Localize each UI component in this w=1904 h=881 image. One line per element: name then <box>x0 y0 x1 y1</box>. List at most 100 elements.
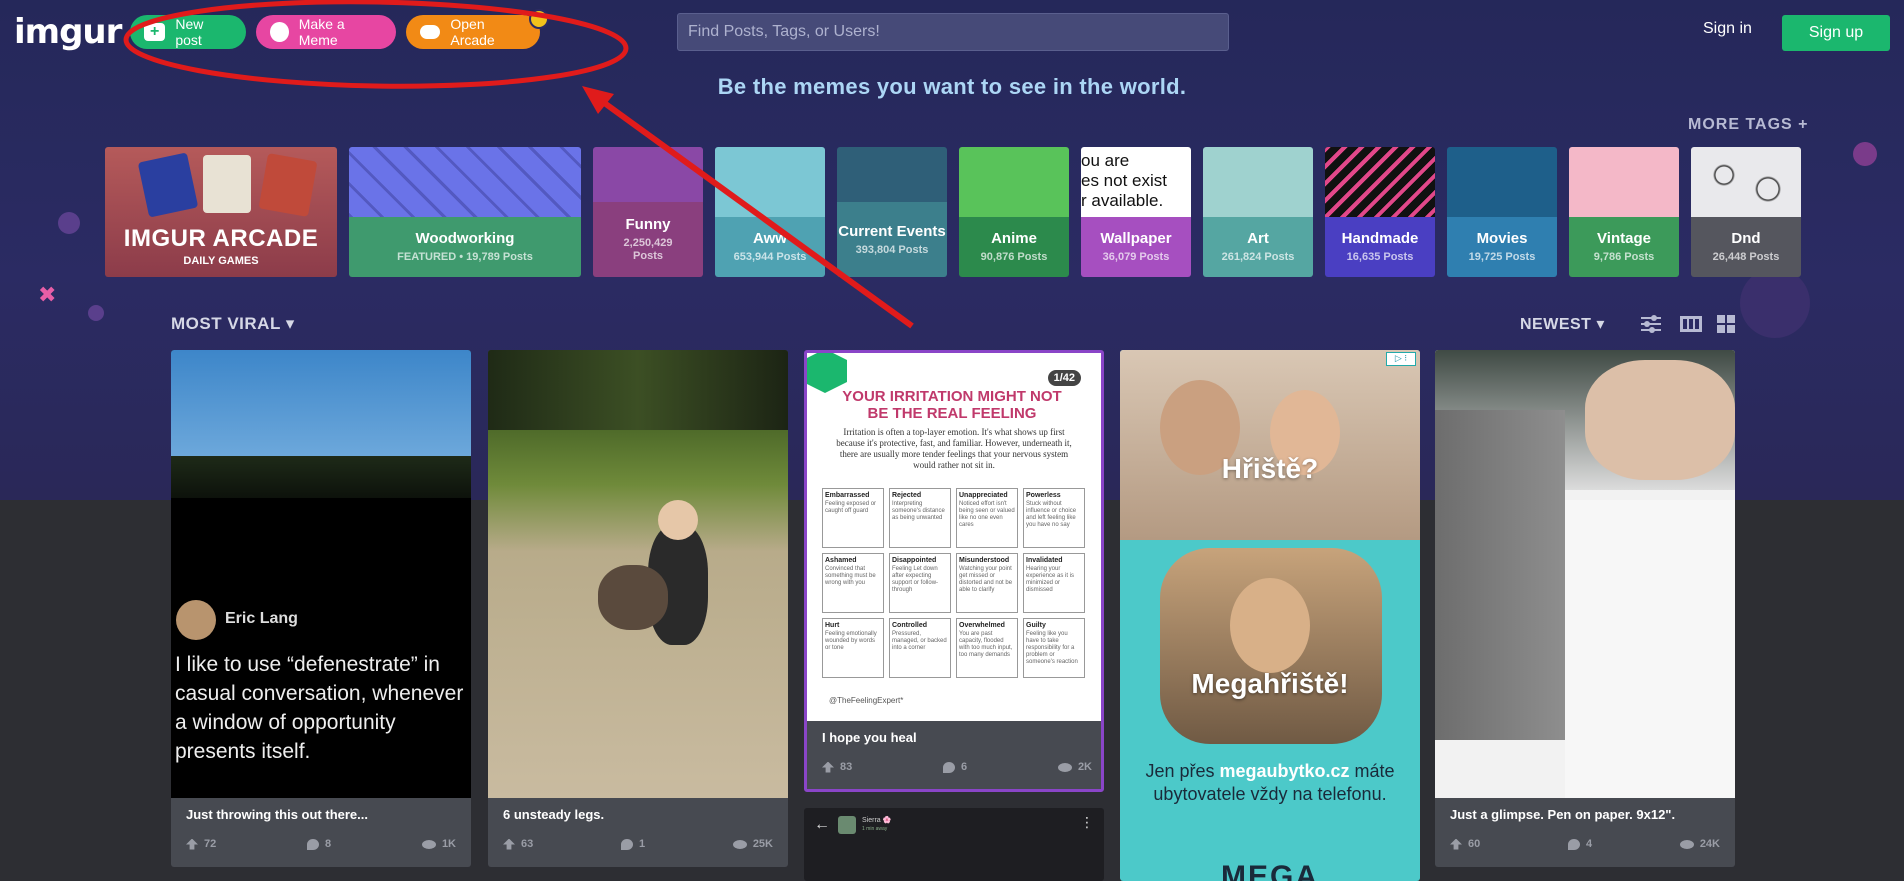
eye-icon <box>732 839 747 849</box>
wallpaper-art: ou are es not exist r available. <box>1081 147 1191 217</box>
ad-link[interactable]: megaubytko.cz <box>1219 761 1349 781</box>
feeling-cell-heading: Ashamed <box>825 557 857 564</box>
comment-icon <box>943 761 956 773</box>
feeling-cell-heading: Guilty <box>1026 622 1046 629</box>
tag-count: 9,786 Posts <box>1593 251 1655 263</box>
feeling-cell-text: Feeling Let down after expecting support… <box>892 566 939 593</box>
feeling-cell-heading: Overwhelmed <box>959 622 1005 629</box>
funny-pattern <box>593 147 703 202</box>
post-title[interactable]: I hope you heal <box>822 730 917 745</box>
gamepad-icon <box>420 25 441 39</box>
open-arcade-label: Open Arcade <box>450 16 495 48</box>
tag-label-box: Wallpaper 36,079 Posts <box>1081 217 1191 277</box>
view-count: 24K <box>1679 838 1720 850</box>
open-arcade-button[interactable]: Open Arcade <box>406 15 540 49</box>
tag-wallpaper[interactable]: ou are es not exist r available. Wallpap… <box>1081 147 1191 277</box>
layout-uniform-icon[interactable] <box>1679 314 1702 334</box>
tag-current-events[interactable]: Current Events 393,804 Posts <box>837 147 947 277</box>
avatar <box>838 816 856 834</box>
post-stats: 60 4 24K <box>1450 838 1720 850</box>
feeling-cell: Hurt Feeling emotionally wounded by words… <box>822 618 884 678</box>
newest-dropdown[interactable]: NEWEST ▾ <box>1520 314 1605 334</box>
post-card[interactable]: ← Sierra 🌸 1 min away ⋮ <box>804 808 1104 881</box>
post-stats: 72 8 1K <box>186 838 456 850</box>
image-counter: 1/42 <box>1047 370 1081 386</box>
back-arrow-icon[interactable]: ← <box>814 816 830 834</box>
comment-icon <box>307 838 320 850</box>
post-image: 1/42 YOUR IRRITATION MIGHT NOT BE THE RE… <box>807 353 1101 721</box>
post-title[interactable]: Just throwing this out there... <box>186 807 368 822</box>
upvote-icon <box>186 838 198 850</box>
tag-anime[interactable]: Anime 90,876 Posts <box>959 147 1069 277</box>
tag-vintage[interactable]: Vintage 9,786 Posts <box>1569 147 1679 277</box>
imgur-logo[interactable]: imgur <box>14 12 122 52</box>
ad-photo-top <box>1120 350 1420 540</box>
search-input[interactable] <box>677 13 1229 51</box>
view-count: 1K <box>421 838 456 850</box>
feeling-cell-text: Noticed effort isn't being seen or value… <box>959 501 1015 528</box>
feeling-cell-heading: Invalidated <box>1026 557 1063 564</box>
post-title[interactable]: Just a glimpse. Pen on paper. 9x12". <box>1450 807 1675 822</box>
feeling-cell: Overwhelmed You are past capacity, floode… <box>956 618 1018 678</box>
upvote-icon <box>1450 838 1462 850</box>
filter-sliders-icon[interactable] <box>1640 314 1662 334</box>
tag-name: Art <box>1247 230 1269 247</box>
tag-woodworking[interactable]: Woodworking FEATURED • 19,789 Posts <box>349 147 581 277</box>
feeling-cell-heading: Disappointed <box>892 557 937 564</box>
upvote-count[interactable]: 63 <box>503 838 533 850</box>
tag-name: Handmade <box>1341 230 1419 247</box>
post-card[interactable]: 6 unsteady legs. 63 1 25K <box>488 350 788 867</box>
ad-choices-icon[interactable]: ▷ ⁝ <box>1386 352 1416 366</box>
dnd-pattern <box>1691 147 1801 217</box>
sign-up-button[interactable]: Sign up <box>1782 15 1890 51</box>
arcade-badge-icon <box>529 9 549 29</box>
tag-name: Vintage <box>1597 230 1651 247</box>
tag-imgur-arcade[interactable]: IMGUR ARCADE DAILY GAMES <box>105 147 337 277</box>
most-viral-dropdown[interactable]: MOST VIRAL ▾ <box>171 314 295 334</box>
post-card[interactable]: Eric Lang I like to use “defenestrate” i… <box>171 350 471 867</box>
layout-grid-icon[interactable] <box>1716 314 1738 334</box>
tag-handmade[interactable]: Handmade 16,635 Posts <box>1325 147 1435 277</box>
feeling-cell-text: Hearing your experience as it is minimiz… <box>1026 566 1075 593</box>
tag-label-box: Dnd 26,448 Posts <box>1691 217 1801 277</box>
decor-dot <box>88 305 104 321</box>
card-intro: Irritation is often a top-layer emotion.… <box>836 427 1072 470</box>
upvote-count[interactable]: 83 <box>822 761 852 773</box>
aww-pattern <box>715 147 825 217</box>
post-stats: 63 1 25K <box>503 838 773 850</box>
feeling-cell-text: Feeling exposed or caught off guard <box>825 501 877 514</box>
card-footer: @TheFeelingExpert* <box>829 696 904 705</box>
tag-movies[interactable]: Movies 19,725 Posts <box>1447 147 1557 277</box>
tag-dnd[interactable]: Dnd 26,448 Posts <box>1691 147 1801 277</box>
upvote-count[interactable]: 72 <box>186 838 216 850</box>
tag-count: 26,448 Posts <box>1712 251 1780 263</box>
tag-count: FEATURED • 19,789 Posts <box>397 251 533 263</box>
feeling-cell-heading: Embarrassed <box>825 492 870 499</box>
arcade-tile-title: IMGUR ARCADE <box>123 225 319 252</box>
ad-brand-logo: MEGA <box>1221 860 1319 881</box>
tag-art[interactable]: Art 261,824 Posts <box>1203 147 1313 277</box>
tag-count: 16,635 Posts <box>1346 251 1414 263</box>
tag-label-box: Woodworking FEATURED • 19,789 Posts <box>349 217 581 277</box>
tag-aww[interactable]: Aww 653,944 Posts <box>715 147 825 277</box>
post-card[interactable]: 1/42 YOUR IRRITATION MIGHT NOT BE THE RE… <box>804 350 1104 792</box>
feelings-grid: Embarrassed Feeling exposed or caught off… <box>822 488 1086 678</box>
make-meme-button[interactable]: Make a Meme <box>256 15 396 49</box>
tag-name: Current Events <box>838 222 946 240</box>
ad-card[interactable]: ▷ ⁝ Hřiště? Megahřiště! Jen přes megauby… <box>1120 350 1420 881</box>
comment-count: 8 <box>307 838 331 850</box>
post-title[interactable]: 6 unsteady legs. <box>503 807 604 822</box>
sign-in-link[interactable]: Sign in <box>1703 20 1752 38</box>
upvote-count[interactable]: 60 <box>1450 838 1480 850</box>
comment-icon <box>620 838 633 850</box>
more-tags-link[interactable]: MORE TAGS + <box>1688 116 1809 134</box>
handmade-pattern <box>1325 147 1435 217</box>
post-card[interactable]: Just a glimpse. Pen on paper. 9x12". 60 … <box>1435 350 1735 867</box>
feeling-cell: Ashamed Convinced that something must be … <box>822 553 884 613</box>
tag-name: Movies <box>1476 230 1528 247</box>
most-viral-label: MOST VIRAL <box>171 314 281 333</box>
more-options-icon[interactable]: ⋮ <box>1080 814 1094 831</box>
tag-funny[interactable]: Funny 2,250,429 Posts <box>593 147 703 277</box>
eye-icon <box>1057 762 1072 772</box>
new-post-button[interactable]: + New post <box>130 15 246 49</box>
